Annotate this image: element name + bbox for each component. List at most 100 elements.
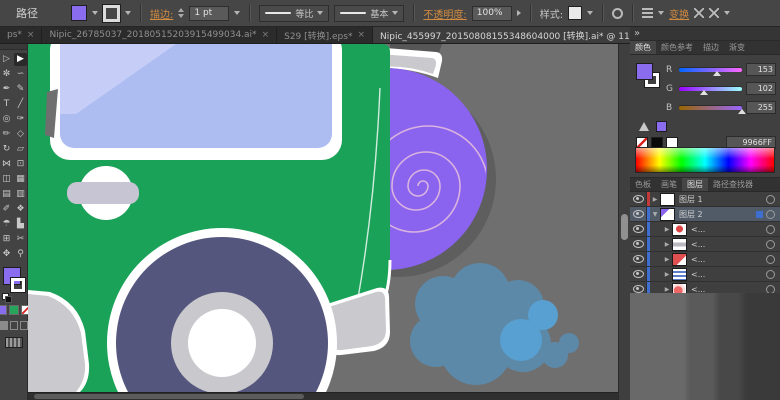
slider-thumb-icon[interactable]	[713, 71, 721, 76]
shape-builder-tool[interactable]: ◫	[0, 173, 13, 186]
chevron-down-icon[interactable]	[234, 11, 240, 15]
brush-definition-dropdown[interactable]: 基本	[334, 5, 404, 22]
stroke-color-swatch[interactable]	[103, 5, 120, 22]
pen-tool[interactable]: ✒	[0, 83, 13, 96]
color-spectrum[interactable]	[635, 147, 775, 173]
align-icon[interactable]	[642, 8, 653, 18]
free-transform-tool[interactable]: ⊡	[14, 158, 27, 171]
artboard-tool[interactable]: ⊞	[0, 233, 13, 246]
horizontal-scrollbar-thumb[interactable]	[34, 394, 304, 399]
out-of-gamut-warning-icon[interactable]	[639, 122, 649, 131]
expand-arrow-icon[interactable]: ▶	[662, 226, 672, 233]
tab-close-icon[interactable]: ×	[262, 30, 270, 40]
slider-thumb-icon[interactable]	[738, 109, 746, 114]
blend-tool[interactable]: ❖	[14, 203, 27, 216]
expand-arrow-icon[interactable]: ▶	[662, 256, 672, 263]
draw-behind-button[interactable]	[10, 321, 18, 330]
layer-thumbnail[interactable]	[672, 268, 687, 281]
draw-normal-button[interactable]	[0, 321, 8, 330]
cloud-puff[interactable]	[559, 333, 579, 353]
document-tab[interactable]: S29 [转换].eps*×	[277, 27, 373, 43]
fill-color-swatch[interactable]	[71, 5, 87, 21]
lasso-tool[interactable]: ∽	[14, 68, 27, 81]
layer-name[interactable]: <...	[691, 255, 705, 264]
panel-tab[interactable]: 色板	[630, 178, 656, 191]
gradient-tool[interactable]: ▥	[14, 188, 27, 201]
eyedropper-tool[interactable]: ✐	[0, 203, 13, 216]
chevron-down-icon[interactable]	[587, 11, 593, 15]
document-canvas[interactable]	[28, 44, 618, 392]
target-circle-icon[interactable]	[766, 255, 775, 264]
layer-thumbnail[interactable]	[672, 238, 687, 251]
fill-color-well[interactable]	[636, 63, 653, 80]
panel-tab[interactable]: 颜色	[630, 41, 656, 54]
layer-name[interactable]: <...	[691, 225, 705, 234]
slice-tool[interactable]: ✂	[14, 233, 27, 246]
document-tab[interactable]: Nipic_26785037_20180515203915499034.ai*×	[42, 27, 277, 43]
panel-tab[interactable]: 描边	[698, 41, 724, 54]
channel-value-field[interactable]: 255	[746, 101, 776, 114]
visibility-toggle[interactable]	[630, 237, 647, 251]
expand-arrow-icon[interactable]: ▶	[662, 241, 672, 248]
layer-name[interactable]: 图层 2	[679, 209, 703, 220]
symbol-sprayer-tool[interactable]: ☂	[0, 218, 13, 231]
horizontal-scrollbar[interactable]	[28, 392, 618, 400]
graph-tool[interactable]: ▙	[14, 218, 27, 231]
magic-wand-tool[interactable]: ✼	[0, 68, 13, 81]
panel-tab[interactable]: 渐变	[724, 41, 750, 54]
layer-row[interactable]: ▶ <...	[630, 222, 780, 237]
line-segment-tool[interactable]: ╱	[14, 98, 27, 111]
layer-row[interactable]: ▶<...	[630, 267, 780, 282]
document-tab[interactable]: Nipic_455997_20150808155348604000 [转换].a…	[373, 27, 630, 43]
channel-slider[interactable]	[679, 106, 742, 110]
channel-value-field[interactable]: 102	[746, 82, 776, 95]
layer-thumbnail[interactable]	[660, 208, 675, 221]
chevron-down-icon[interactable]	[724, 11, 730, 15]
chevron-down-icon[interactable]	[658, 11, 664, 15]
expand-arrow-icon[interactable]: ▶	[650, 196, 660, 203]
direct-selection-tool[interactable]: ▷	[0, 53, 13, 66]
target-circle-icon[interactable]	[766, 195, 775, 204]
stroke-panel-link[interactable]: 描边:	[150, 6, 173, 21]
layer-thumbnail[interactable]	[672, 223, 687, 236]
layer-thumbnail[interactable]	[672, 253, 687, 266]
stroke-width-stepper[interactable]	[178, 8, 184, 18]
paintbrush-tool[interactable]: ✑	[14, 113, 27, 126]
handle-bar[interactable]	[67, 182, 139, 204]
default-colors-icon[interactable]	[5, 296, 12, 303]
door-window[interactable]	[50, 44, 342, 160]
scale-tool[interactable]: ▱	[14, 143, 27, 156]
layer-row[interactable]: ▼ 图层 2	[630, 207, 780, 222]
layer-name[interactable]: <...	[691, 240, 705, 249]
closest-color-swatch[interactable]	[656, 121, 667, 132]
rotate-tool[interactable]: ↻	[0, 143, 13, 156]
document-tab[interactable]: ps*×	[0, 27, 42, 43]
target-circle-icon[interactable]	[766, 240, 775, 249]
ellipse-tool[interactable]: ◎	[0, 113, 13, 126]
recolor-artwork-icon[interactable]	[612, 8, 623, 19]
panel-tab[interactable]: 颜色参考	[656, 41, 698, 54]
chevron-down-icon[interactable]	[125, 11, 131, 15]
expand-arrow-icon[interactable]: ▶	[662, 286, 672, 293]
flip-horizontal-icon[interactable]	[694, 8, 704, 18]
panel-tab[interactable]: 图层	[682, 178, 708, 191]
selection-tool[interactable]: ▶	[14, 53, 27, 66]
expand-arrow-icon[interactable]: ▼	[650, 211, 660, 218]
curvature-tool[interactable]: ✎	[14, 83, 27, 96]
channel-value-field[interactable]: 153	[746, 63, 776, 76]
collapse-dock-icon[interactable]: »	[634, 29, 640, 39]
hand-tool[interactable]: ✥	[0, 248, 13, 261]
mesh-tool[interactable]: ▤	[0, 188, 13, 201]
shaper-tool[interactable]: ◇	[14, 128, 27, 141]
target-circle-icon[interactable]	[766, 210, 775, 219]
gradient-button[interactable]	[9, 305, 19, 315]
tab-close-icon[interactable]: ×	[27, 30, 35, 40]
layer-name[interactable]: 图层 1	[679, 194, 703, 205]
layer-thumbnail[interactable]	[660, 193, 675, 206]
expand-arrow-icon[interactable]: ▶	[662, 271, 672, 278]
chevron-down-icon[interactable]	[92, 11, 98, 15]
type-tool[interactable]: T	[0, 98, 13, 111]
color-button[interactable]	[0, 305, 7, 315]
visibility-toggle[interactable]	[630, 267, 647, 281]
transform-panel-link[interactable]: 变换	[669, 6, 689, 21]
